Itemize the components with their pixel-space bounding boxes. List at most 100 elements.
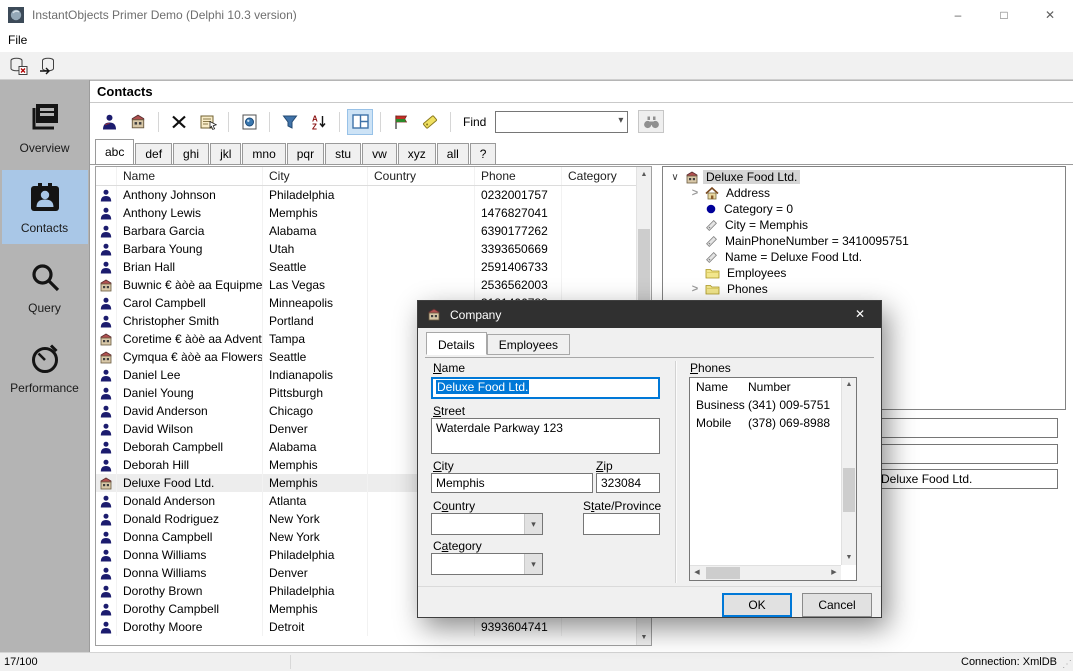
sidebar-item-contacts[interactable]: Contacts [2, 170, 88, 244]
alpha-tab-vw[interactable]: vw [362, 143, 397, 164]
table-row[interactable]: Barbara GarciaAlabama6390177262 [96, 222, 636, 240]
alpha-tab-abc[interactable]: abc [95, 139, 134, 164]
phones-list[interactable]: Name Number Business(341) 009-5751Mobile… [689, 377, 857, 581]
table-row[interactable]: Anthony JohnsonPhiladelphia0232001757 [96, 186, 636, 204]
sidebar-item-performance[interactable]: Performance [2, 330, 88, 404]
cell [562, 204, 636, 222]
tree-item[interactable]: >Phones [663, 281, 1065, 297]
person-icon [100, 603, 112, 616]
tree-item[interactable]: MainPhoneNumber = 3410095751 [663, 233, 1065, 249]
cell: New York [263, 510, 368, 528]
sidebar-item-overview[interactable]: Overview [2, 90, 88, 164]
alpha-tab-ghi[interactable]: ghi [173, 143, 209, 164]
scrollbar-thumb[interactable] [843, 468, 855, 512]
scroll-right-icon[interactable]: ▶ [827, 566, 841, 580]
sort-az-button[interactable]: AZ [306, 109, 332, 135]
tree-item[interactable]: >Address [663, 185, 1065, 201]
alpha-tab-all[interactable]: all [437, 143, 469, 164]
connect-database-button[interactable] [36, 54, 60, 78]
column-header-name[interactable]: Name [117, 167, 263, 185]
alpha-tab-question[interactable]: ? [470, 143, 497, 164]
alpha-tab-stu[interactable]: stu [325, 143, 361, 164]
company-icon [427, 308, 441, 321]
chevron-right-icon[interactable]: > [689, 187, 701, 199]
tag-button[interactable] [417, 109, 443, 135]
tab-page-border [425, 357, 874, 358]
street-input[interactable]: Waterdale Parkway 123 [431, 418, 660, 454]
table-row[interactable]: Brian HallSeattle2591406733 [96, 258, 636, 276]
alpha-tab-mno[interactable]: mno [242, 143, 285, 164]
dialog-close-button[interactable]: ✕ [839, 301, 881, 328]
title-bar: InstantObjects Primer Demo (Delphi 10.3 … [0, 0, 1073, 30]
flag-button[interactable] [388, 109, 414, 135]
alpha-tab-pqr[interactable]: pqr [287, 143, 324, 164]
add-person-button[interactable] [96, 109, 122, 135]
scroll-up-icon[interactable]: ▲ [637, 167, 651, 182]
cell [368, 204, 475, 222]
dialog-title: Company [450, 308, 501, 322]
table-row[interactable]: Buwnic € àòè aa EquipmentLas Vegas253656… [96, 276, 636, 294]
state-input[interactable] [583, 513, 660, 535]
table-row[interactable]: Barbara YoungUtah3393650669 [96, 240, 636, 258]
column-header-category[interactable]: Category [562, 167, 636, 185]
resize-grip-icon[interactable]: ⋰ [1062, 659, 1072, 670]
chevron-down-icon[interactable]: ▾ [524, 554, 542, 574]
chevron-right-icon[interactable]: > [689, 283, 701, 295]
tree-item[interactable]: Employees [663, 265, 1065, 281]
tree-item[interactable]: City = Memphis [663, 217, 1065, 233]
scroll-left-icon[interactable]: ◀ [690, 566, 704, 580]
scrollbar-thumb[interactable] [706, 567, 740, 579]
dialog-tab-employees[interactable]: Employees [487, 334, 570, 355]
phones-vertical-scrollbar[interactable]: ▲ ▼ [841, 378, 856, 565]
properties-button[interactable] [195, 109, 221, 135]
column-header-country[interactable]: Country [368, 167, 475, 185]
dialog-tab-details[interactable]: Details [426, 332, 487, 355]
name-input[interactable]: Deluxe Food Ltd. [431, 377, 660, 399]
grid-view-button[interactable] [347, 109, 373, 135]
tree-item[interactable]: Category = 0 [663, 201, 1065, 217]
tree-item[interactable]: ∨Deluxe Food Ltd. [663, 169, 1065, 185]
find-combobox[interactable]: ▾ [495, 111, 628, 133]
scroll-up-icon[interactable]: ▲ [842, 378, 856, 392]
chevron-down-icon[interactable]: ∨ [669, 172, 681, 183]
column-header-city[interactable]: City [263, 167, 368, 185]
ok-button[interactable]: OK [722, 593, 792, 617]
scroll-down-icon[interactable]: ▼ [637, 630, 651, 645]
cell: Tampa [263, 330, 368, 348]
delete-button[interactable] [166, 109, 192, 135]
alpha-tab-def[interactable]: def [135, 143, 172, 164]
tree-item[interactable]: Name = Deluxe Food Ltd. [663, 249, 1065, 265]
alpha-tab-jkl[interactable]: jkl [210, 143, 241, 164]
phone-row[interactable]: Mobile(378) 069-8988 [690, 414, 841, 432]
cell [562, 276, 636, 294]
city-input[interactable]: Memphis [431, 473, 593, 493]
build-database-button[interactable] [6, 54, 30, 78]
attribute-icon [705, 251, 718, 264]
scroll-down-icon[interactable]: ▼ [842, 551, 856, 565]
alpha-tab-xyz[interactable]: xyz [398, 143, 436, 164]
phones-horizontal-scrollbar[interactable]: ◀ ▶ [690, 565, 841, 580]
column-header-phone[interactable]: Phone [475, 167, 562, 185]
menu-file[interactable]: File [0, 30, 35, 50]
person-icon [100, 297, 112, 310]
minimize-button[interactable]: – [935, 0, 981, 30]
tree-item-label: Category = 0 [721, 202, 796, 216]
chevron-down-icon[interactable]: ▾ [618, 115, 623, 126]
cell: Seattle [263, 258, 368, 276]
close-button[interactable]: ✕ [1027, 0, 1073, 30]
chevron-down-icon[interactable]: ▾ [524, 514, 542, 534]
sidebar-item-query[interactable]: Query [2, 250, 88, 324]
cancel-button[interactable]: Cancel [802, 593, 872, 617]
filter-button[interactable] [277, 109, 303, 135]
phone-row[interactable]: Business(341) 009-5751 [690, 396, 841, 414]
preview-button[interactable] [236, 109, 262, 135]
category-combobox[interactable]: ▾ [431, 553, 543, 575]
add-company-button[interactable] [125, 109, 151, 135]
cell: Alabama [263, 438, 368, 456]
table-row[interactable]: Dorothy MooreDetroit9393604741 [96, 618, 636, 636]
zip-input[interactable]: 323084 [596, 473, 660, 493]
find-search-button[interactable] [638, 110, 664, 133]
maximize-button[interactable]: □ [981, 0, 1027, 30]
country-combobox[interactable]: ▾ [431, 513, 543, 535]
table-row[interactable]: Anthony LewisMemphis1476827041 [96, 204, 636, 222]
